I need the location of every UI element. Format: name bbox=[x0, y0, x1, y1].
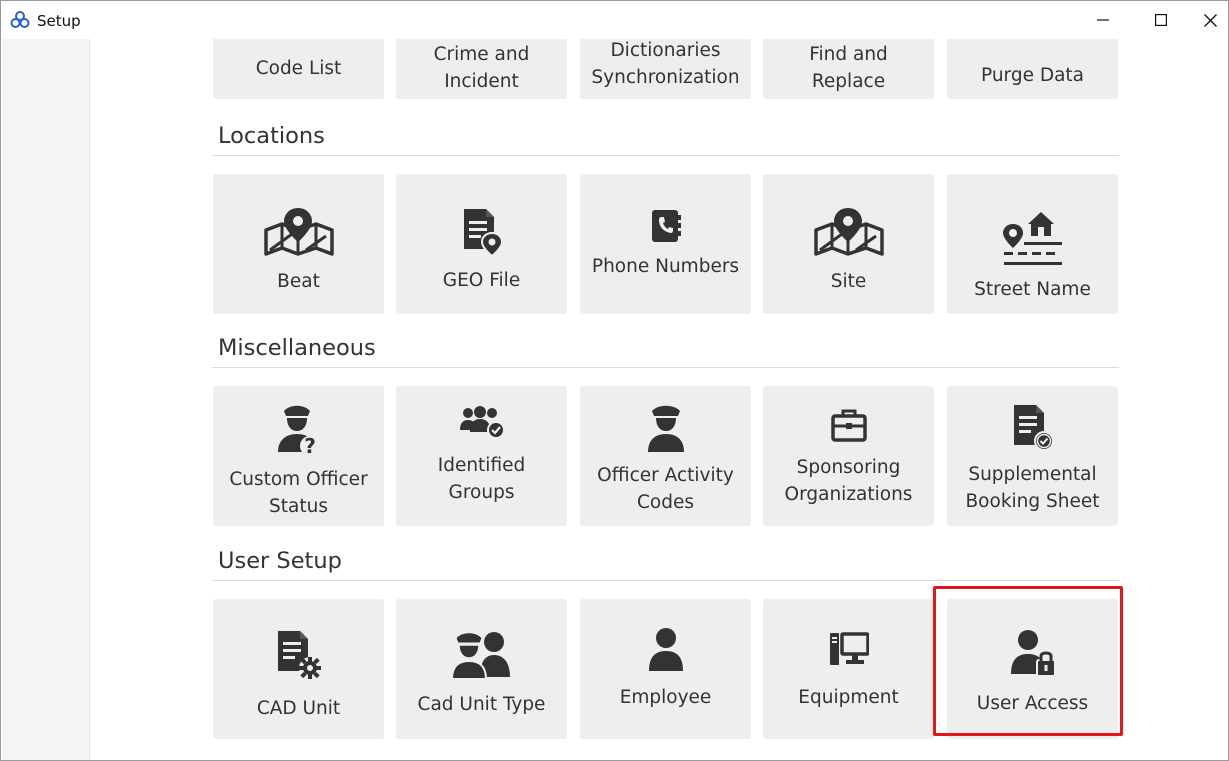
tile-equipment[interactable]: Equipment bbox=[763, 599, 934, 739]
svg-text:?: ? bbox=[304, 434, 316, 458]
tile-label: Phone Numbers bbox=[591, 255, 740, 277]
tile-cad-unit-type[interactable]: Cad Unit Type bbox=[396, 599, 567, 739]
section-divider bbox=[212, 367, 1119, 368]
user-icon bbox=[648, 627, 684, 672]
section-divider bbox=[212, 580, 1119, 581]
section-title-user-setup: User Setup bbox=[218, 548, 342, 574]
address-book-icon bbox=[650, 209, 682, 243]
tile-custom-officer-status[interactable]: ? Custom Officer Status bbox=[213, 386, 384, 526]
tile-employee[interactable]: Employee bbox=[580, 599, 751, 739]
tile-label: Dictionaries Synchronization bbox=[591, 40, 740, 88]
tile-label: User Access bbox=[976, 692, 1089, 714]
group-check-icon bbox=[459, 406, 505, 438]
close-icon bbox=[1203, 13, 1217, 27]
document-check-icon bbox=[1011, 403, 1055, 453]
user-lock-icon bbox=[1010, 629, 1056, 678]
officer-icon bbox=[646, 402, 686, 454]
section-title-miscellaneous: Miscellaneous bbox=[218, 335, 376, 361]
tile-label: Site bbox=[830, 270, 867, 292]
section-divider bbox=[212, 155, 1119, 156]
map-pin-icon bbox=[812, 206, 886, 258]
tile-purge-data[interactable]: Purge Data bbox=[947, 39, 1118, 99]
tile-label: Sponsoring Organizations bbox=[784, 457, 913, 505]
tile-label: Cad Unit Type bbox=[417, 693, 546, 715]
setup-content: Code List Crime and Incident Dictionaries… bbox=[91, 39, 1228, 760]
computer-icon bbox=[829, 631, 869, 666]
tile-label: Identified Groups bbox=[437, 455, 526, 503]
tile-geo-file[interactable]: GEO File bbox=[396, 174, 567, 314]
tile-user-access[interactable]: User Access bbox=[947, 599, 1118, 739]
tile-cad-unit[interactable]: CAD Unit bbox=[213, 599, 384, 739]
officer-user-icon bbox=[451, 629, 512, 681]
minimize-icon bbox=[1097, 14, 1109, 26]
tile-label: Custom Officer Status bbox=[229, 469, 368, 517]
tile-code-list[interactable]: Code List bbox=[213, 39, 384, 99]
tile-find-and-replace[interactable]: Find and Replace bbox=[763, 39, 934, 99]
title-bar: Setup bbox=[1, 1, 1228, 39]
tile-label: Code List bbox=[255, 57, 342, 79]
section-title-locations: Locations bbox=[218, 123, 325, 149]
tile-officer-activity-codes[interactable]: Officer Activity Codes bbox=[580, 386, 751, 526]
tile-sponsoring-organizations[interactable]: Sponsoring Organizations bbox=[763, 386, 934, 526]
officer-question-icon: ? bbox=[276, 402, 322, 458]
tile-supplemental-booking-sheet[interactable]: Supplemental Booking Sheet bbox=[947, 386, 1118, 526]
tile-site[interactable]: Site bbox=[763, 174, 934, 314]
map-pin-icon bbox=[262, 206, 336, 258]
app-logo-icon bbox=[10, 10, 30, 30]
tile-identified-groups[interactable]: Identified Groups bbox=[396, 386, 567, 526]
briefcase-icon bbox=[830, 408, 867, 442]
maximize-icon bbox=[1155, 14, 1167, 26]
tile-label: Beat bbox=[277, 270, 320, 292]
tile-street-name[interactable]: Street Name bbox=[947, 174, 1118, 314]
tile-crime-and-incident[interactable]: Crime and Incident bbox=[396, 39, 567, 99]
tile-label: Crime and Incident bbox=[433, 44, 530, 92]
maximize-button[interactable] bbox=[1132, 1, 1190, 39]
left-sidebar bbox=[2, 39, 90, 760]
tile-label: CAD Unit bbox=[256, 697, 341, 719]
tile-label: GEO File bbox=[442, 269, 521, 291]
tile-beat[interactable]: Beat bbox=[213, 174, 384, 314]
close-button[interactable] bbox=[1191, 1, 1229, 39]
minimize-button[interactable] bbox=[1074, 1, 1132, 39]
document-gear-icon bbox=[275, 629, 323, 681]
tile-label: Employee bbox=[619, 686, 712, 708]
tile-phone-numbers[interactable]: Phone Numbers bbox=[580, 174, 751, 314]
tile-label: Equipment bbox=[798, 686, 899, 708]
street-house-icon bbox=[1002, 208, 1064, 266]
tile-label: Find and Replace bbox=[809, 44, 888, 92]
geo-file-icon bbox=[461, 207, 503, 257]
setup-window: Setup Code List Crime and Incident Dicti… bbox=[0, 0, 1229, 761]
window-title: Setup bbox=[37, 12, 81, 30]
tile-dictionaries-synchronization[interactable]: Dictionaries Synchronization bbox=[580, 39, 751, 99]
tile-label: Supplemental Booking Sheet bbox=[965, 464, 1100, 512]
tile-label: Officer Activity Codes bbox=[597, 465, 734, 513]
tile-label: Purge Data bbox=[980, 65, 1084, 86]
tile-label: Street Name bbox=[974, 278, 1091, 300]
